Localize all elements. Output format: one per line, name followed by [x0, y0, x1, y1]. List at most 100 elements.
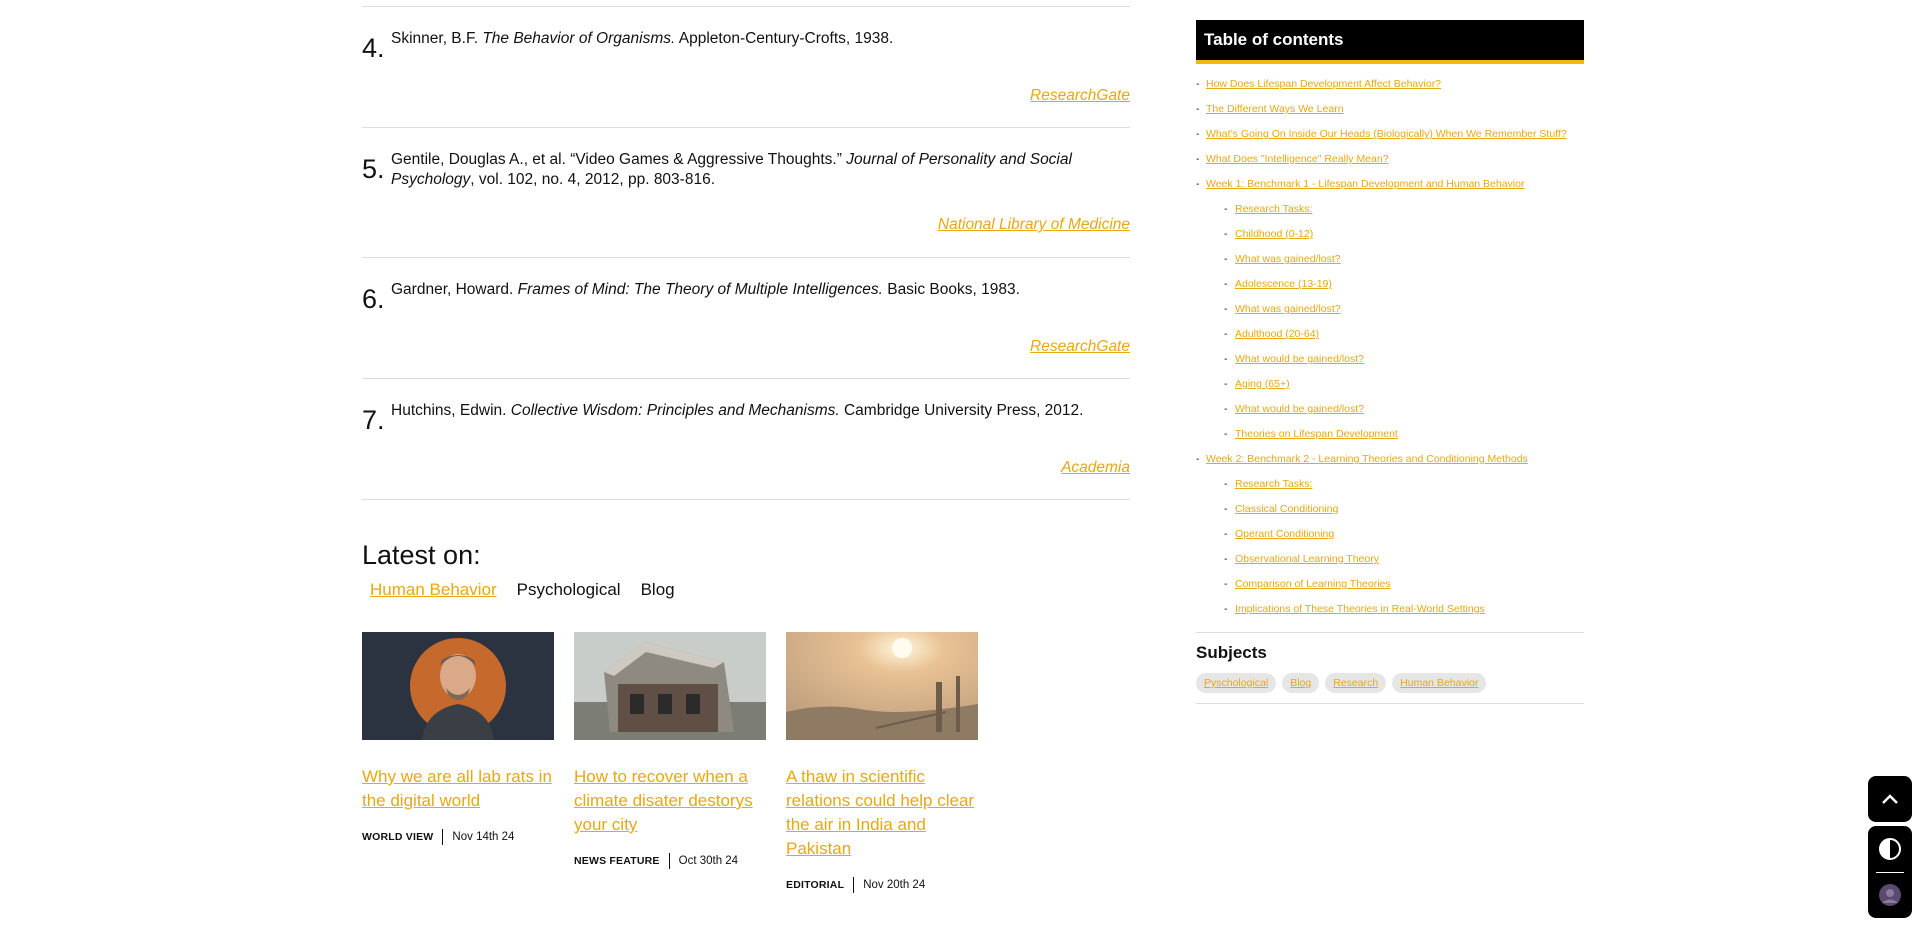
toc-link[interactable]: Aging (65+) — [1235, 372, 1290, 397]
tab-psychological[interactable]: Psychological — [517, 580, 621, 600]
reference-details: Basic Books, 1983. — [882, 281, 1020, 298]
article-card: How to recover when a climate disater de… — [574, 632, 766, 869]
toc-link[interactable]: Childhood (0-12) — [1235, 222, 1313, 247]
toc-link[interactable]: How Does Lifespan Development Affect Beh… — [1206, 72, 1441, 97]
toc-bullet: - — [1224, 503, 1228, 515]
reference-number: 4. — [362, 33, 385, 63]
toc-link[interactable]: What would be gained/lost? — [1235, 347, 1364, 372]
toc-item: - Comparison of Learning Theories — [1196, 572, 1584, 597]
toc-bullet: - — [1224, 478, 1228, 490]
article-thumbnail[interactable] — [362, 632, 554, 740]
subjects-title: Subjects — [1196, 643, 1267, 662]
reference-details: Cambridge University Press, 2012. — [839, 402, 1084, 419]
reference-number: 5. — [362, 154, 385, 184]
toc-bullet: - — [1196, 78, 1200, 90]
toc-link[interactable]: Classical Conditioning — [1235, 497, 1338, 522]
reference-source-link[interactable]: ResearchGate — [1030, 338, 1130, 356]
toc-link[interactable]: What Does "Intelligence" Really Mean? — [1206, 147, 1389, 172]
article-title-link[interactable]: Why we are all lab rats in the digital w… — [362, 765, 554, 813]
chevron-up-icon — [1882, 794, 1898, 804]
toc-link[interactable]: Week 1: Benchmark 1 - Lifespan Developme… — [1206, 172, 1524, 197]
toc-item: - What would be gained/lost? — [1196, 397, 1584, 422]
toc-link[interactable]: What was gained/lost? — [1235, 297, 1341, 322]
reference-author: Gentile, Douglas A., et al. “Video Games… — [391, 151, 847, 168]
article-title-link[interactable]: A thaw in scientific relations could hel… — [786, 765, 978, 861]
article-meta: NEWS FEATURE Oct 30th 24 — [574, 853, 766, 869]
subject-chip-pyschological[interactable]: Pyschological — [1196, 673, 1277, 693]
toc-link[interactable]: Week 2: Benchmark 2 - Learning Theories … — [1206, 447, 1528, 472]
toc-bullet: - — [1224, 578, 1228, 590]
reference-title: Frames of Mind: The Theory of Multiple I… — [517, 281, 883, 298]
toc-link[interactable]: Adolescence (13-19) — [1235, 272, 1332, 297]
toc-item: - Theories on Lifespan Development — [1196, 422, 1584, 447]
divider — [362, 499, 1130, 500]
toc-bullet: - — [1196, 128, 1200, 140]
reference-source-link[interactable]: Academia — [1061, 459, 1130, 477]
toc-bullet: - — [1224, 353, 1228, 365]
meta-divider — [853, 877, 855, 893]
article-thumbnail[interactable] — [574, 632, 766, 740]
toc-bullet: - — [1196, 103, 1200, 115]
toc-link[interactable]: Observational Learning Theory — [1235, 547, 1379, 572]
toc-link[interactable]: Research Tasks: — [1235, 472, 1312, 497]
reference-item: 7. Hutchins, Edwin. Collective Wisdom: Pr… — [362, 378, 1130, 500]
sidebar: Table of contents - How Does Lifespan Dev… — [1196, 20, 1584, 704]
reference-citation: Gentile, Douglas A., et al. “Video Games… — [391, 150, 1091, 190]
article-title-link[interactable]: How to recover when a climate disater de… — [574, 765, 766, 837]
toc-bullet: - — [1224, 328, 1228, 340]
latest-title: Latest on: — [362, 540, 481, 570]
reference-source-link[interactable]: National Library of Medicine — [938, 216, 1130, 234]
latest-tabs: Human Behavior Psychological Blog — [362, 580, 687, 600]
toc-bullet: - — [1196, 453, 1200, 465]
reference-citation: Skinner, B.F. The Behavior of Organisms.… — [391, 29, 1091, 49]
reference-author: Skinner, B.F. — [391, 30, 483, 47]
theme-toggle-button[interactable] — [1878, 826, 1902, 872]
toc-link[interactable]: What would be gained/lost? — [1235, 397, 1364, 422]
toc-item: - What was gained/lost? — [1196, 247, 1584, 272]
toc-link[interactable]: The Different Ways We Learn — [1206, 97, 1344, 122]
subject-chip-research[interactable]: Research — [1325, 673, 1387, 693]
contrast-icon — [1879, 838, 1901, 860]
toc-link[interactable]: Operant Conditioning — [1235, 522, 1334, 547]
toc-bullet: - — [1224, 553, 1228, 565]
article-thumbnail[interactable] — [786, 632, 978, 740]
toc-link[interactable]: What was gained/lost? — [1235, 247, 1341, 272]
reference-details: , vol. 102, no. 4, 2012, pp. 803-816. — [470, 171, 716, 188]
reference-number: 6. — [362, 284, 385, 314]
toc-bullet: - — [1224, 228, 1228, 240]
toc-link[interactable]: What’s Going On Inside Our Heads (Biolog… — [1206, 122, 1567, 147]
toc-link[interactable]: Research Tasks: — [1235, 197, 1312, 222]
reference-title: Collective Wisdom: Principles and Mechan… — [510, 402, 840, 419]
reference-source-link[interactable]: ResearchGate — [1030, 87, 1130, 105]
tab-human-behavior[interactable]: Human Behavior — [370, 580, 497, 600]
scroll-top-button[interactable] — [1868, 776, 1912, 822]
reference-item: 5. Gentile, Douglas A., et al. “Video Gam… — [362, 127, 1130, 258]
toc-bullet: - — [1224, 278, 1228, 290]
avatar-button[interactable] — [1878, 873, 1902, 917]
toc-link[interactable]: Adulthood (20-64) — [1235, 322, 1319, 347]
toc-bullet: - — [1224, 378, 1228, 390]
meta-divider — [442, 829, 444, 845]
subject-chip-human-behavior[interactable]: Human Behavior — [1392, 673, 1487, 693]
toc-link[interactable]: Theories on Lifespan Development — [1235, 422, 1398, 447]
reference-citation: Hutchins, Edwin. Collective Wisdom: Prin… — [391, 401, 1091, 421]
toc-bullet: - — [1196, 178, 1200, 190]
article-category: NEWS FEATURE — [574, 855, 660, 867]
toc-item: - Research Tasks: — [1196, 472, 1584, 497]
meta-divider — [668, 853, 670, 869]
toc-item: - What’s Going On Inside Our Heads (Biolo… — [1196, 122, 1584, 147]
tab-blog[interactable]: Blog — [641, 580, 675, 600]
toc-item: - Week 2: Benchmark 2 - Learning Theories… — [1196, 447, 1584, 472]
article-date: Nov 20th 24 — [863, 879, 926, 891]
article-date: Nov 14th 24 — [452, 831, 515, 843]
toc-item: - What was gained/lost? — [1196, 297, 1584, 322]
article-card: Why we are all lab rats in the digital w… — [362, 632, 554, 845]
toc-item: - Operant Conditioning — [1196, 522, 1584, 547]
reference-author: Gardner, Howard. — [391, 281, 518, 298]
subject-chip-blog[interactable]: Blog — [1282, 673, 1320, 693]
reference-details: Appleton-Century-Crofts, 1938. — [675, 30, 894, 47]
toc-link[interactable]: Comparison of Learning Theories — [1235, 572, 1391, 597]
toc-link[interactable]: Implications of These Theories in Real-W… — [1235, 597, 1485, 622]
divider — [1196, 632, 1584, 633]
toc-item: - Research Tasks: — [1196, 197, 1584, 222]
